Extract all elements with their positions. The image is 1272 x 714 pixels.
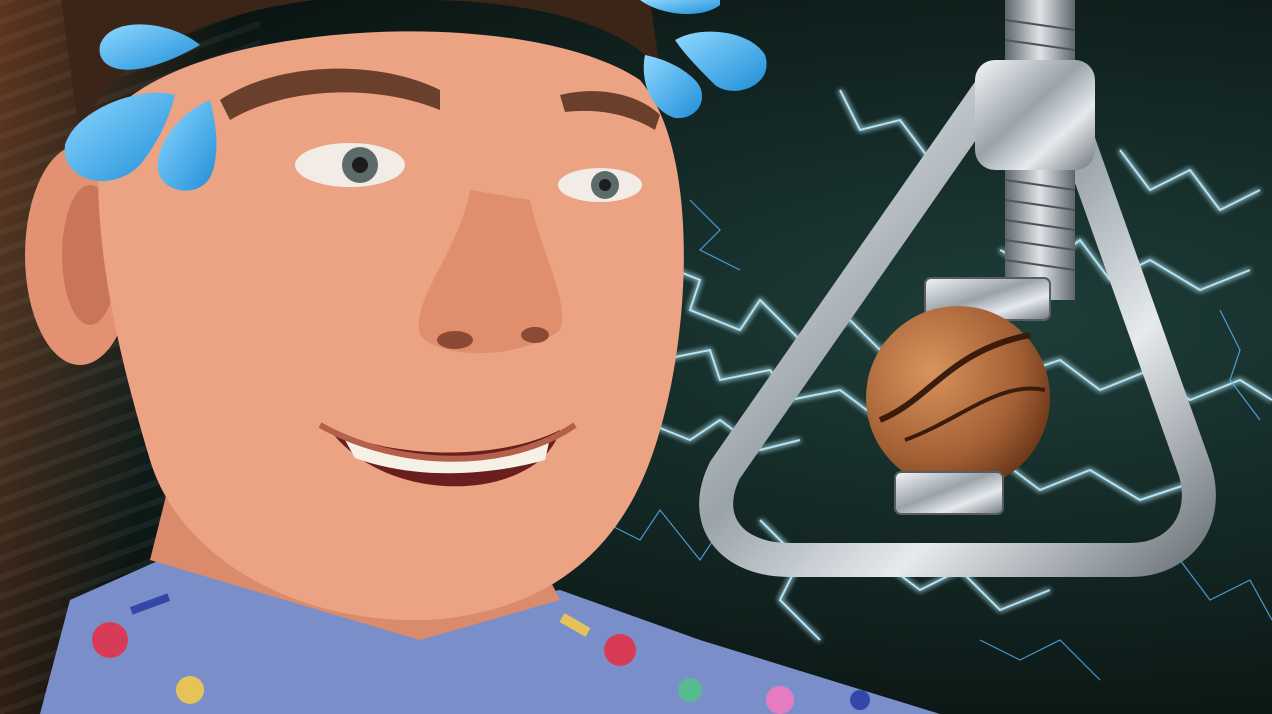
left-sweat-drop-emoji-icon bbox=[64, 24, 217, 191]
thumbnail-scene bbox=[0, 0, 1272, 714]
right-sweat-drop-emoji-icon bbox=[640, 0, 767, 119]
sweat-drops bbox=[64, 0, 767, 191]
